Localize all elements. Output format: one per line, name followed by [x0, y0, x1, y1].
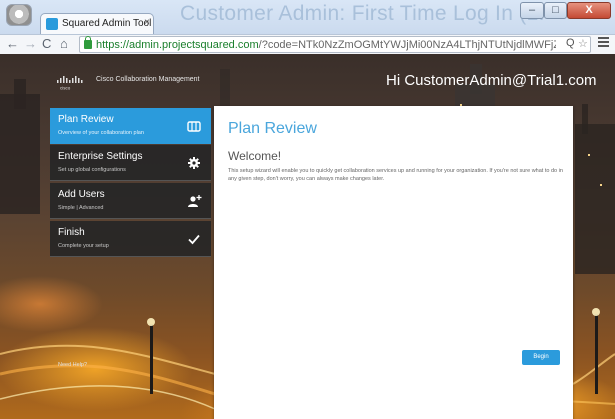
chrome-app-icon[interactable]: [6, 4, 32, 26]
begin-button[interactable]: Begin: [522, 350, 560, 365]
svg-text:cisco: cisco: [60, 86, 71, 91]
lock-icon: [84, 36, 92, 49]
step-finish[interactable]: Finish Complete your setup: [50, 221, 211, 257]
maximize-button[interactable]: □: [544, 2, 567, 19]
step-title: Enterprise Settings: [58, 151, 143, 162]
plan-review-card: Plan Review Welcome! This setup wizard w…: [214, 106, 573, 419]
menu-icon[interactable]: [598, 37, 609, 49]
need-help-link[interactable]: Need Help?: [58, 362, 87, 368]
step-title: Add Users: [58, 189, 105, 200]
gear-icon: [188, 157, 200, 169]
step-title: Finish: [58, 227, 85, 238]
step-add-users[interactable]: Add Users Simple | Advanced: [50, 183, 211, 219]
page-background: cisco Cisco Collaboration Management Hi …: [0, 54, 615, 419]
browser-toolbar: ← → C ⌂ https://admin.projectsquared.com…: [0, 34, 615, 54]
url-text[interactable]: https://admin.projectsquared.com/?code=N…: [96, 38, 556, 52]
welcome-text: This setup wizard will enable you to qui…: [228, 168, 563, 182]
step-subtitle: Simple | Advanced: [58, 205, 104, 211]
background-window-title: Customer Admin: First Time Log In (1:: [180, 2, 545, 25]
search-icon[interactable]: Q: [566, 37, 575, 49]
url-secure-part: https://admin.projectsquared.com: [96, 39, 259, 51]
add-user-icon: [188, 195, 202, 207]
home-icon[interactable]: ⌂: [60, 36, 68, 52]
step-subtitle: Set up global configurations: [58, 167, 126, 173]
checkmark-icon: [188, 234, 200, 245]
step-plan-review[interactable]: Plan Review Overview of your collaborati…: [50, 108, 211, 144]
close-window-button[interactable]: X: [567, 2, 611, 19]
reload-icon[interactable]: C: [42, 36, 51, 52]
browser-tab[interactable]: Squared Admin Tool ×: [40, 13, 154, 34]
welcome-heading: Welcome!: [228, 149, 282, 163]
back-arrow-icon[interactable]: ←: [6, 36, 19, 52]
page-title: Plan Review: [228, 120, 317, 137]
cisco-logo-icon: cisco: [57, 76, 83, 91]
forward-arrow-icon[interactable]: →: [24, 36, 37, 52]
star-icon[interactable]: ☆: [578, 37, 588, 50]
address-bar[interactable]: https://admin.projectsquared.com/?code=N…: [79, 36, 591, 53]
url-query-part: /?code=NTk0NzZmOGMtYWJjMi00NzA4LThjNTUtN…: [258, 39, 556, 51]
table-icon: [187, 121, 201, 132]
tab-title: Squared Admin Tool: [62, 18, 152, 29]
step-enterprise-settings[interactable]: Enterprise Settings Set up global config…: [50, 145, 211, 181]
user-greeting[interactable]: Hi CustomerAdmin@Trial1.com: [386, 72, 597, 89]
step-subtitle: Overview of your collaboration plan: [58, 130, 144, 136]
tab-favicon-icon: [46, 18, 58, 30]
browser-chrome: Customer Admin: First Time Log In (1: Sq…: [0, 0, 615, 54]
tab-close-icon[interactable]: ×: [144, 17, 150, 28]
brand-name: Cisco Collaboration Management: [96, 76, 200, 83]
step-title: Plan Review: [58, 114, 114, 125]
minimize-button[interactable]: –: [520, 2, 544, 19]
step-subtitle: Complete your setup: [58, 243, 109, 249]
